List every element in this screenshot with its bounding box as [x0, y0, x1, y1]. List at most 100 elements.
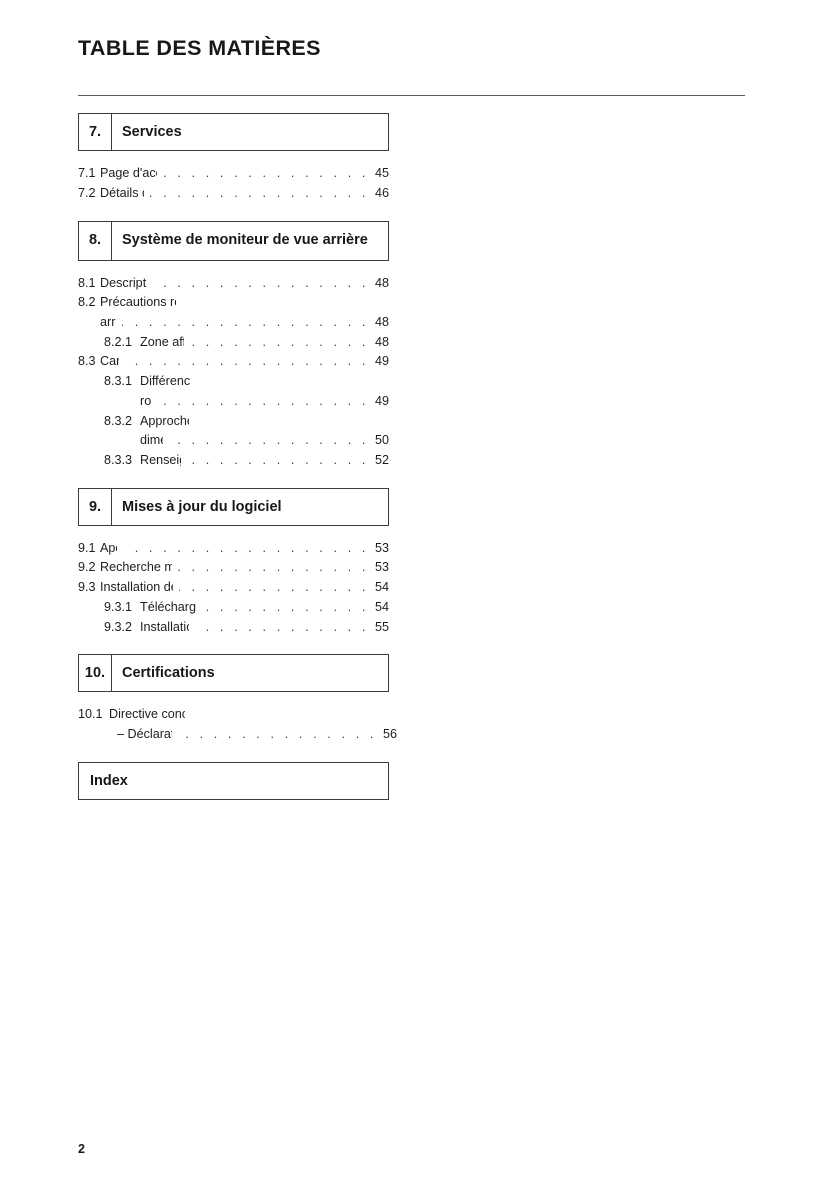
toc-entry-number: 9.2	[78, 560, 96, 575]
toc-entry-number: 8.2	[78, 295, 96, 310]
toc-entry-text: Installation de la mise à jour du logici…	[100, 580, 173, 595]
chapter-box[interactable]: 9. Mises à jour du logiciel	[78, 487, 389, 526]
chapter-number: 10.	[79, 655, 112, 692]
toc-page-number: 50	[374, 433, 389, 448]
toc-entry-body: Détails des services . . . . . . . . . . …	[100, 184, 389, 204]
toc-entry[interactable]: 7.1 Page d'accueil des services . . . . . …	[78, 164, 389, 184]
toc-page-number: 55	[374, 619, 389, 634]
toc-entry-text: route	[140, 393, 151, 408]
chapter-box[interactable]: 7. Services	[78, 113, 389, 152]
chapter-box[interactable]: Index	[78, 761, 389, 800]
toc-entry-number: 8.3.2	[104, 413, 133, 428]
toc-entry-body: Aperçu . . . . . . . . . . . . . . . . . …	[100, 539, 389, 559]
dot-leader: . . . . . . . . . . . . . . . . . . . . …	[190, 334, 369, 349]
toc-entry-number: 7.1	[78, 166, 96, 181]
toc-entry-line: Installation de la mise à jour . . . . . …	[140, 618, 389, 638]
toc-entry-body: Installation de la mise à jour du logici…	[100, 578, 389, 598]
toc-entry[interactable]: 9.3.2 Installation de la mise à jour . . .…	[78, 618, 389, 638]
toc-entry[interactable]: 8.2.1 Zone affichée sur l'écran . . . . . …	[78, 333, 389, 353]
toc-content: 7. Services 7.1 Page d'accueil des services…	[78, 113, 397, 800]
toc-entry-number: 8.3.3	[104, 452, 133, 467]
toc-entry-text: Installation de la mise à jour	[140, 619, 189, 634]
chapter-title: Index	[90, 772, 128, 789]
toc-entry-line: Téléchargement de la mise à jour . . . . …	[140, 598, 389, 618]
toc-entry[interactable]: 9.3 Installation de la mise à jour du log…	[78, 578, 389, 598]
toc-entry-group: 10.1 Directive concernant les équipements…	[78, 705, 397, 744]
toc-entry-text: Recherche manuelle des mises à jour	[100, 560, 172, 575]
toc-entry[interactable]: 10.1 Directive concernant les équipements…	[78, 705, 397, 744]
toc-entry-number: 9.3.1	[104, 599, 133, 614]
toc-entry-text: arrière	[100, 315, 116, 330]
toc-page-number: 48	[374, 275, 389, 290]
toc-page-number: 56	[382, 727, 397, 742]
dot-leader: . . . . . . . . . . . . . . . . . . . . …	[179, 580, 369, 595]
chapter-title: Mises à jour du logiciel	[122, 498, 282, 515]
toc-entry-number: 8.1	[78, 275, 96, 290]
toc-entry-line: Description de l'écran . . . . . . . . . …	[100, 274, 389, 294]
toc-page-number: 46	[374, 185, 389, 200]
toc-entry-number: 8.3	[78, 354, 96, 369]
toc-page-number: 49	[374, 354, 389, 369]
toc-entry[interactable]: 8.1 Description de l'écran . . . . . . . .…	[78, 274, 389, 294]
chapter-number: 8.	[79, 221, 112, 260]
chapter-number: 7.	[79, 114, 112, 151]
toc-entry[interactable]: 8.3.2 Approche des objets en trois . . . .…	[78, 412, 389, 451]
toc-entry-number: 7.2	[78, 185, 96, 200]
toc-entry-line: arrière . . . . . . . . . . . . . . . . .…	[100, 313, 389, 333]
toc-entry-number: 10.1	[78, 707, 103, 722]
toc-page-number: 54	[374, 599, 389, 614]
toc-entry-text: Différences entre l'écran et la	[140, 374, 191, 389]
toc-entry-body: Directive concernant les équipements rad…	[109, 705, 397, 744]
toc-entry-text: Aperçu	[100, 540, 117, 555]
chapter-title: Certifications	[122, 665, 215, 682]
toc-entry-line: dimensions . . . . . . . . . . . . . . . …	[140, 431, 389, 451]
toc-entry[interactable]: 8.3.3 Renseignements utiles . . . . . . . …	[78, 451, 389, 471]
toc-entry-body: Page d'accueil des services . . . . . . .…	[100, 164, 389, 184]
toc-entry-text: Directive concernant les équipements rad…	[109, 707, 186, 722]
toc-entry-body: Installation de la mise à jour . . . . . …	[140, 618, 389, 638]
toc-entry[interactable]: 8.3.1 Différences entre l'écran et la . . …	[78, 372, 389, 411]
toc-entry-line: Détails des services . . . . . . . . . . …	[100, 184, 389, 204]
toc-entry-body: Précautions relatives au moniteur de vue…	[100, 293, 389, 332]
toc-entry-text: Description de l'écran	[100, 275, 147, 290]
toc-entry[interactable]: 7.2 Détails des services . . . . . . . . .…	[78, 184, 389, 204]
toc-entry-line: Renseignements utiles . . . . . . . . . .…	[140, 451, 389, 471]
toc-entry-number: 9.1	[78, 540, 96, 555]
dot-leader: . . . . . . . . . . . . . . . . . . . . …	[150, 185, 369, 200]
toc-entry-text: Détails des services	[100, 185, 144, 200]
toc-entry-text: Renseignements utiles	[140, 452, 181, 467]
chapter-title: Services	[122, 124, 182, 140]
toc-entry-body: Recherche manuelle des mises à jour . . .…	[100, 558, 389, 578]
toc-page-number: 45	[374, 166, 389, 181]
toc-page: TABLE DES MATIÈRES 7. Services 7.1 Page d'a…	[0, 0, 823, 1191]
toc-entry[interactable]: 8.3 Caméra . . . . . . . . . . . . . . . .…	[78, 352, 389, 372]
toc-entry-number: 8.2.1	[104, 334, 133, 349]
toc-page-number: 53	[374, 560, 389, 575]
toc-entry-group: 8.1 Description de l'écran . . . . . . . .…	[78, 274, 389, 471]
toc-entry[interactable]: 9.1 Aperçu . . . . . . . . . . . . . . . .…	[78, 539, 389, 559]
toc-entry-number: 9.3.2	[104, 619, 133, 634]
chapter-number: 9.	[79, 488, 112, 525]
toc-entry-text: dimensions	[140, 433, 163, 448]
toc-entry[interactable]: 9.2 Recherche manuelle des mises à jour . …	[78, 558, 389, 578]
toc-page-number: 48	[374, 334, 389, 349]
toc-entry-body: Zone affichée sur l'écran . . . . . . . .…	[140, 333, 389, 353]
toc-entry-body: Différences entre l'écran et la . . . . .…	[140, 372, 389, 411]
chapter-box[interactable]: 8. Système de moniteur de vue arrière	[78, 220, 389, 261]
dot-leader: . . . . . . . . . . . . . . . . . . . . …	[125, 354, 369, 369]
toc-entry-text: Page d'accueil des services	[100, 166, 157, 181]
toc-entry-body: Téléchargement de la mise à jour . . . . …	[140, 598, 389, 618]
toc-entry-line: Approche des objets en trois. . . . . . …	[140, 412, 389, 432]
toc-entry-body: Caméra . . . . . . . . . . . . . . . . . …	[100, 352, 389, 372]
toc-entry[interactable]: 8.2 Précautions relatives au moniteur de …	[78, 293, 389, 332]
dot-leader: . . . . . . . . . . . . . . . . . . . . …	[169, 433, 369, 448]
dot-leader: . . . . . . . . . . . . . . . . . . . . …	[202, 599, 369, 614]
toc-entry[interactable]: 9.3.1 Téléchargement de la mise à jour . .…	[78, 598, 389, 618]
page-number: 2	[78, 1142, 85, 1156]
toc-entry-line: Directive concernant les équipements rad…	[109, 705, 389, 725]
toc-entry-text: Caméra	[100, 354, 119, 369]
toc-entry-body: Description de l'écran . . . . . . . . . …	[100, 274, 389, 294]
chapter-box[interactable]: 10. Certifications	[78, 654, 389, 693]
dot-leader: . . . . . . . . . . . . . . . . . . . . …	[178, 727, 377, 742]
toc-page-number: 48	[374, 315, 389, 330]
